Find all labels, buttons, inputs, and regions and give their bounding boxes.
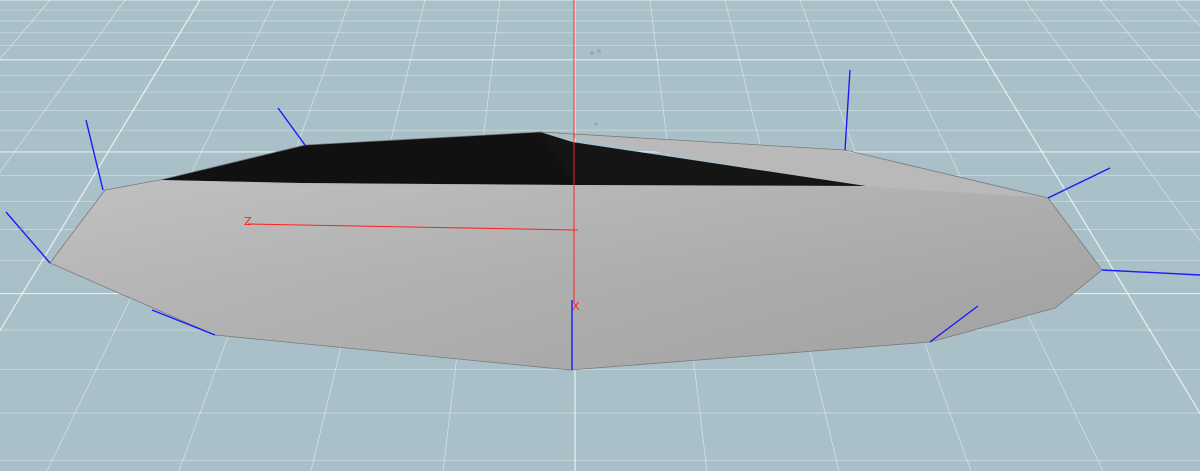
3d-viewport[interactable]: Z X xyxy=(0,0,1200,471)
viewport-scene[interactable] xyxy=(0,0,1200,471)
